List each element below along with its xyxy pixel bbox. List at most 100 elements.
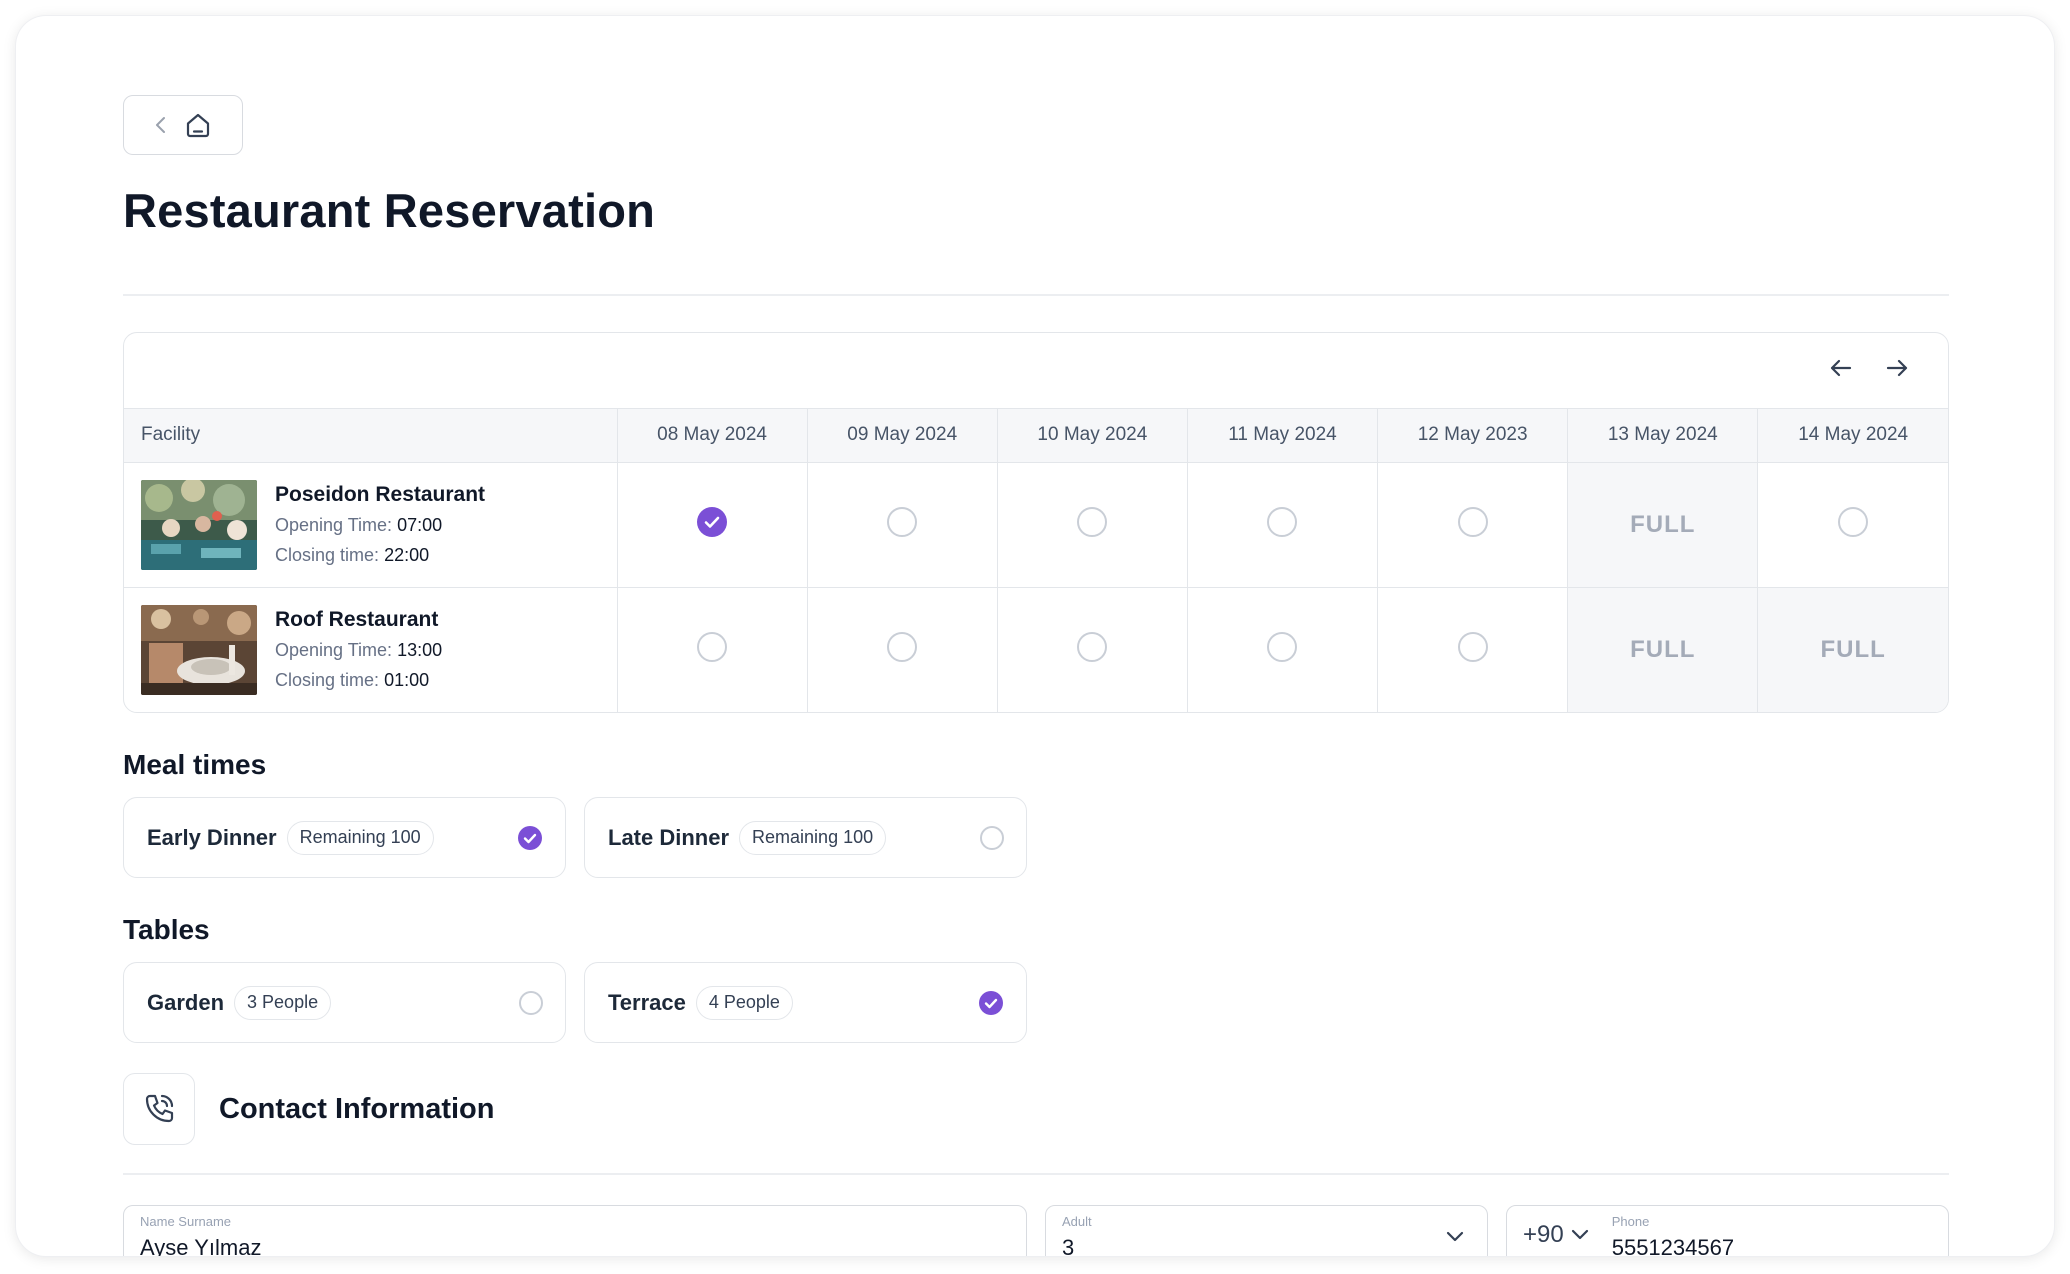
facility-name: Poseidon Restaurant bbox=[275, 482, 486, 506]
poseidon-restaurant-photo bbox=[141, 479, 257, 570]
meal-times-options: Early Dinner Remaining 100 Late Dinner R… bbox=[123, 797, 1949, 878]
page-title: Restaurant Reservation bbox=[123, 184, 656, 237]
contact-title: Contact Information bbox=[219, 1092, 495, 1125]
capacity-badge: 3 People bbox=[234, 985, 332, 1020]
closing-time-label: Closing time: bbox=[275, 669, 380, 690]
date-radio[interactable] bbox=[1077, 507, 1108, 537]
back-chevron-icon[interactable] bbox=[154, 115, 168, 135]
date-radio[interactable] bbox=[697, 632, 728, 663]
radio-circle[interactable] bbox=[980, 825, 1004, 850]
opening-time: Opening Time: 13:00 bbox=[275, 635, 442, 665]
date-radio[interactable] bbox=[887, 632, 918, 663]
country-code-select[interactable]: +90 bbox=[1523, 1206, 1590, 1256]
home-icon[interactable] bbox=[184, 111, 212, 139]
phone-input-group: Phone 5551234567 bbox=[1612, 1206, 1734, 1256]
availability-calendar: Facility 08 May 2024 09 May 2024 10 May … bbox=[123, 332, 1949, 713]
country-code: +90 bbox=[1523, 1221, 1564, 1248]
full-label: FULL bbox=[1630, 635, 1696, 663]
nav-pill bbox=[123, 95, 243, 155]
adult-select[interactable]: Adult 3 bbox=[1045, 1205, 1488, 1256]
date-radio[interactable] bbox=[1267, 632, 1298, 663]
facility-roof: Roof Restaurant Opening Time: 13:00 Clos… bbox=[124, 604, 617, 695]
name-surname-field[interactable]: Name Surname Ayse Yılmaz bbox=[123, 1205, 1027, 1256]
date-column-header: 09 May 2024 bbox=[807, 409, 998, 463]
meal-option-early-dinner[interactable]: Early Dinner Remaining 100 bbox=[123, 797, 566, 878]
closing-time-value: 22:00 bbox=[384, 544, 430, 565]
date-cell[interactable] bbox=[1187, 462, 1379, 588]
date-cell[interactable] bbox=[807, 462, 998, 588]
field-value: 3 bbox=[1062, 1235, 1075, 1256]
date-radio[interactable] bbox=[887, 507, 918, 537]
remaining-badge: Remaining 100 bbox=[286, 820, 434, 855]
date-cell[interactable] bbox=[807, 587, 998, 712]
arrow-left-icon[interactable] bbox=[1828, 355, 1854, 381]
calendar-toolbar bbox=[124, 333, 1948, 409]
date-cell[interactable] bbox=[1187, 587, 1379, 712]
tables-title: Tables bbox=[123, 914, 210, 945]
closing-time: Closing time: 01:00 bbox=[275, 665, 442, 695]
table-row: Poseidon Restaurant Opening Time: 07:00 … bbox=[124, 462, 1948, 588]
field-label: Adult bbox=[1062, 1214, 1092, 1229]
facility-info: Poseidon Restaurant Opening Time: 07:00 … bbox=[275, 480, 485, 570]
date-column-header: 10 May 2024 bbox=[997, 409, 1188, 463]
table-option-terrace[interactable]: Terrace 4 People bbox=[584, 962, 1027, 1043]
facility-info: Roof Restaurant Opening Time: 13:00 Clos… bbox=[275, 605, 442, 695]
option-radio[interactable] bbox=[519, 990, 543, 1015]
date-cell[interactable] bbox=[617, 462, 808, 588]
selected-check-icon[interactable] bbox=[696, 506, 728, 538]
facility-poseidon: Poseidon Restaurant Opening Time: 07:00 … bbox=[124, 479, 617, 570]
full-label: FULL bbox=[1630, 510, 1696, 538]
option-radio[interactable] bbox=[980, 825, 1004, 850]
phone-call-icon bbox=[123, 1073, 195, 1145]
remaining-badge: Remaining 100 bbox=[739, 820, 887, 855]
field-label: Name Surname bbox=[140, 1214, 232, 1229]
radio-circle[interactable] bbox=[519, 990, 543, 1015]
chevron-down-icon[interactable] bbox=[1445, 1230, 1465, 1244]
field-label: Phone bbox=[1611, 1214, 1650, 1229]
table-option-label: Terrace bbox=[608, 989, 686, 1015]
opening-time-value: 13:00 bbox=[397, 639, 443, 660]
date-radio[interactable] bbox=[1457, 507, 1488, 537]
date-cell[interactable] bbox=[997, 587, 1188, 712]
phone-field[interactable]: +90 Phone 5551234567 bbox=[1506, 1205, 1949, 1256]
selected-check-icon[interactable] bbox=[978, 990, 1004, 1016]
meal-times-section: Meal times Early Dinner Remaining 100 La… bbox=[123, 749, 1949, 878]
date-cell[interactable] bbox=[997, 462, 1188, 588]
date-cell[interactable] bbox=[1377, 587, 1569, 712]
date-column-header: 08 May 2024 bbox=[617, 409, 808, 463]
facility-column-header: Facility bbox=[124, 409, 618, 463]
selected-check-icon[interactable] bbox=[517, 825, 543, 851]
closing-time: Closing time: 22:00 bbox=[275, 540, 485, 570]
date-cell[interactable] bbox=[617, 587, 808, 712]
meal-times-title: Meal times bbox=[123, 749, 267, 780]
capacity-badge: 4 People bbox=[695, 985, 793, 1020]
opening-time-label: Opening Time: bbox=[275, 514, 393, 535]
date-radio[interactable] bbox=[1267, 507, 1298, 537]
date-column-header: 13 May 2024 bbox=[1567, 409, 1759, 463]
title-divider bbox=[123, 294, 1949, 296]
date-cell-full: FULL bbox=[1567, 587, 1759, 712]
meal-option-late-dinner[interactable]: Late Dinner Remaining 100 bbox=[584, 797, 1027, 878]
roof-restaurant-photo bbox=[141, 604, 257, 695]
field-value: Ayse Yılmaz bbox=[140, 1235, 262, 1256]
date-arrows bbox=[1828, 355, 1910, 381]
arrow-right-icon[interactable] bbox=[1884, 355, 1910, 381]
table-option-garden[interactable]: Garden 3 People bbox=[123, 962, 566, 1043]
table-option-label: Garden bbox=[147, 989, 225, 1015]
chevron-down-icon bbox=[1570, 1228, 1590, 1242]
date-radio[interactable] bbox=[1077, 632, 1108, 663]
contact-form: Name Surname Ayse Yılmaz Adult 3 +90 Pho… bbox=[123, 1205, 1949, 1256]
opening-time-label: Opening Time: bbox=[275, 639, 393, 660]
field-value: 5551234567 bbox=[1611, 1235, 1735, 1256]
main-content: Restaurant Reservation Facility 08 May 2… bbox=[123, 95, 1949, 1256]
meal-option-label: Late Dinner bbox=[608, 824, 730, 850]
date-cell[interactable] bbox=[1377, 462, 1569, 588]
opening-time: Opening Time: 07:00 bbox=[275, 510, 485, 540]
date-radio[interactable] bbox=[1457, 632, 1488, 663]
date-cell[interactable] bbox=[1757, 462, 1948, 588]
date-radio[interactable] bbox=[1838, 507, 1869, 537]
contact-divider bbox=[123, 1173, 1949, 1175]
closing-time-value: 01:00 bbox=[384, 669, 430, 690]
contact-header: Contact Information bbox=[123, 1073, 1949, 1145]
date-column-header: 14 May 2024 bbox=[1757, 409, 1948, 463]
